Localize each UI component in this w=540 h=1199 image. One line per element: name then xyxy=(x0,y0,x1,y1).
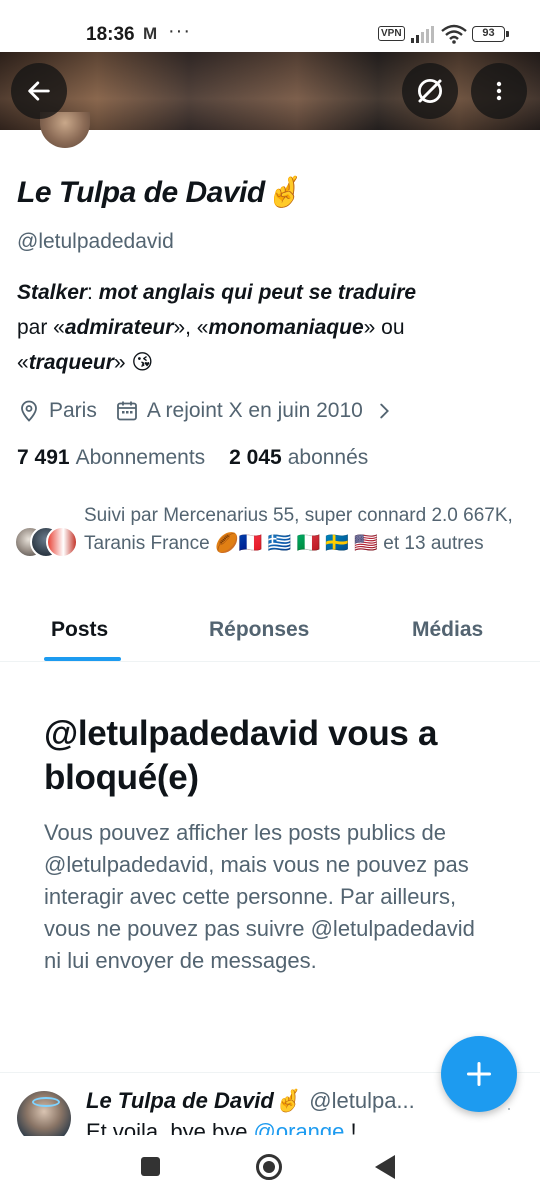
follow-stats: 7 491 Abonnements 2 045 abonnés xyxy=(17,446,368,470)
recent-apps-icon[interactable] xyxy=(141,1157,160,1176)
following-label: Abonnements xyxy=(75,446,206,469)
followers-label: abonnés xyxy=(287,446,369,469)
tab-posts[interactable]: Posts xyxy=(51,618,108,642)
post-text[interactable]: Et voila, bye bye @orange ! xyxy=(86,1119,357,1135)
active-tab-indicator xyxy=(44,657,121,661)
bio-text: Stalker xyxy=(17,281,88,304)
post-separator: · xyxy=(506,1098,512,1118)
bio-text: », « xyxy=(173,316,209,339)
bio-text: traqueur xyxy=(28,351,114,374)
more-options-button[interactable] xyxy=(471,63,527,119)
compose-post-button[interactable] xyxy=(441,1036,517,1112)
followers-count: 2 045 xyxy=(229,446,282,469)
bio-text: monomaniaque xyxy=(208,316,364,339)
profile-display-name: Le Tulpa de David🤞 xyxy=(17,176,302,209)
profile-handle: @letulpadedavid xyxy=(17,230,174,253)
profile-joined-date: A rejoint X en juin 2010 xyxy=(146,399,363,422)
bio-text: : xyxy=(87,281,99,304)
followers-link[interactable]: 2 045 abonnés xyxy=(229,446,368,470)
followed-by-text: Suivi par Mercenarius 55, super connard … xyxy=(84,505,513,554)
profile-meta: Paris A rejoint X en juin 2010 xyxy=(17,397,395,425)
post-header: Le Tulpa de David🤞 @letulpa... xyxy=(86,1088,415,1114)
battery-icon: 93 xyxy=(472,26,509,42)
tab-media[interactable]: Médias xyxy=(412,618,483,642)
calendar-icon xyxy=(116,401,137,421)
bio-text: par « xyxy=(17,316,65,339)
system-navigation-bar xyxy=(0,1136,540,1199)
bio-text: » 😘 xyxy=(113,351,154,374)
avatar xyxy=(46,526,78,558)
location-pin-icon xyxy=(21,400,37,422)
post-author-handle: @letulpa... xyxy=(309,1088,415,1113)
post-author-name[interactable]: Le Tulpa de David🤞 xyxy=(86,1088,301,1114)
home-icon[interactable] xyxy=(256,1154,282,1180)
bio-text: admirateur xyxy=(64,316,174,339)
bio-text: » ou xyxy=(363,316,405,339)
signal-icon xyxy=(411,26,434,43)
bio-text: « xyxy=(17,351,29,374)
blocked-title: @letulpadedavid vous a bloqué(e) xyxy=(44,714,438,797)
post-text-end: ! xyxy=(344,1119,357,1135)
mutual-followers-avatars xyxy=(14,526,78,560)
back-triangle-icon[interactable] xyxy=(375,1155,395,1179)
post-text-start: Et voila, bye bye xyxy=(86,1119,254,1135)
more-vertical-icon xyxy=(496,81,502,101)
clock: 18:36 xyxy=(86,24,135,45)
plus-icon xyxy=(466,1061,492,1087)
status-bar: 18:36 M ··· VPN 93 xyxy=(0,0,540,52)
following-link[interactable]: 7 491 Abonnements xyxy=(17,446,205,470)
profile-tabs: Posts Réponses Médias xyxy=(0,604,540,662)
wifi-icon xyxy=(441,24,467,44)
profile-location: Paris xyxy=(49,399,97,422)
vpn-icon: VPN xyxy=(378,26,405,41)
gmail-icon: M xyxy=(143,24,158,43)
grok-icon xyxy=(418,79,442,103)
arrow-left-icon xyxy=(28,81,50,101)
chevron-right-icon[interactable] xyxy=(373,400,395,422)
bio-text: mot anglais qui peut se traduire xyxy=(98,281,417,304)
blocked-description: Vous pouvez afficher les posts publics d… xyxy=(44,820,475,973)
grok-button[interactable] xyxy=(402,63,458,119)
tab-replies[interactable]: Réponses xyxy=(209,618,309,642)
back-button[interactable] xyxy=(11,63,67,119)
following-count: 7 491 xyxy=(17,446,70,469)
more-notifications-icon: ··· xyxy=(168,20,191,42)
post-mention-link[interactable]: @orange xyxy=(254,1119,345,1135)
profile-bio: Stalker: mot anglais qui peut se traduir… xyxy=(17,275,497,380)
